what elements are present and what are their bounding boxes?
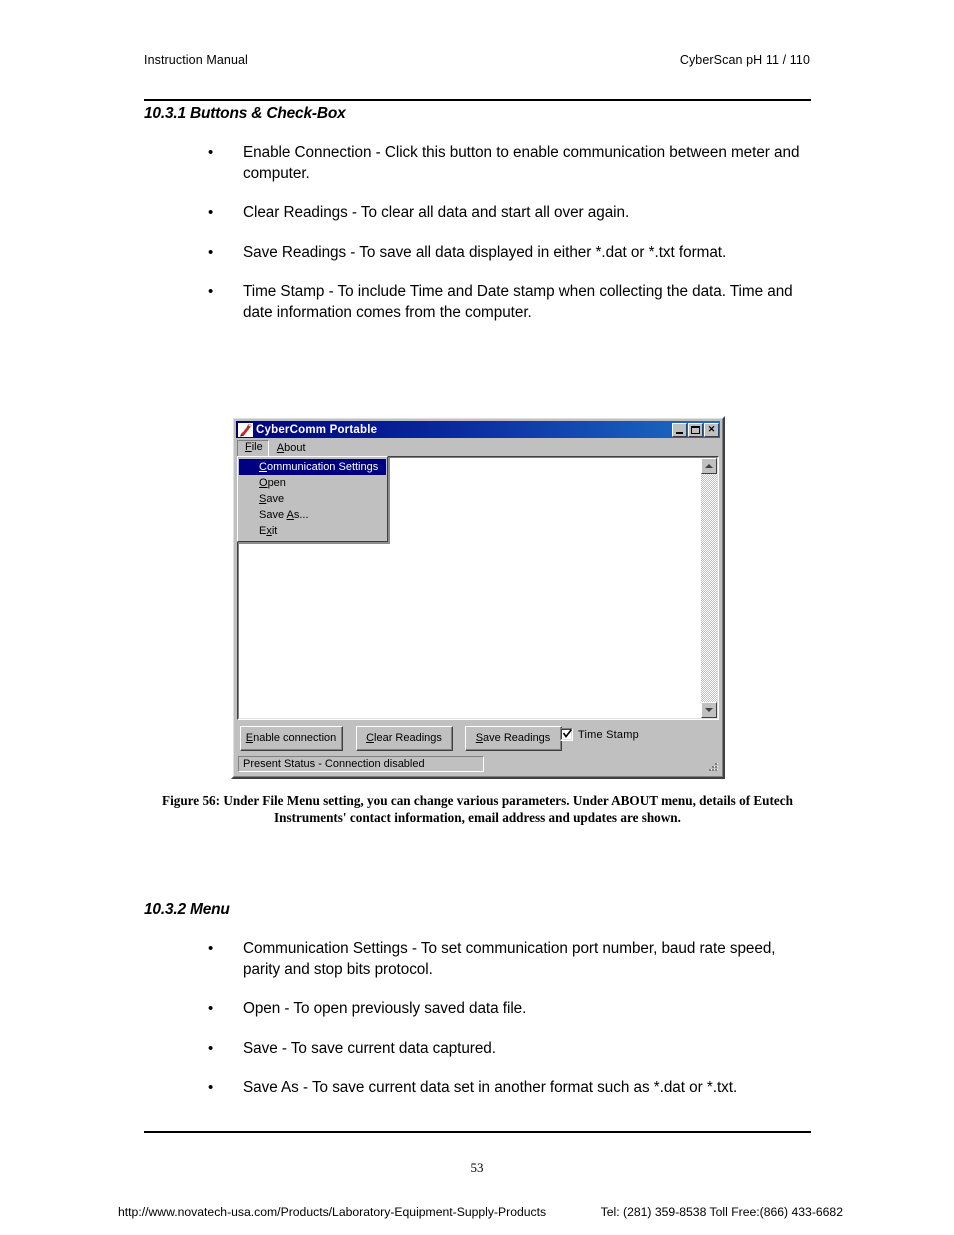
bullet-marker: • (208, 243, 214, 261)
menu-item-exit[interactable]: Exit (239, 523, 386, 539)
header-right-text: CyberScan pH 11 / 110 (679, 53, 810, 67)
close-button[interactable]: ✕ (704, 422, 719, 437)
bullet-marker: • (208, 1000, 214, 1017)
list-item: • Enable Connection - Click this button … (205, 143, 811, 184)
maximize-button[interactable] (688, 422, 703, 437)
scroll-down-button[interactable] (701, 702, 717, 718)
checkmark-icon (562, 729, 573, 738)
header-left-text: Instruction Manual (144, 53, 248, 67)
footer: http://www.novatech-usa.com/Products/Lab… (118, 1205, 843, 1219)
time-stamp-checkbox[interactable]: Time Stamp (560, 728, 639, 741)
page-number: 53 (470, 1160, 484, 1175)
minimize-button[interactable] (672, 422, 687, 437)
document-page: Instruction Manual CyberScan pH 11 / 110… (0, 0, 954, 1235)
header-rule (144, 99, 811, 101)
list-item-text: Save Readings - To save all data display… (243, 243, 727, 261)
window-titlebar[interactable]: CyberComm Portable ✕ (236, 421, 720, 438)
bullet-list-buttons-checkbox: • Enable Connection - Click this button … (205, 143, 811, 323)
running-header: Instruction Manual CyberScan pH 11 / 110 (144, 53, 810, 67)
bullet-marker: • (208, 1079, 214, 1096)
list-item: • Save As - To save current data set in … (205, 1078, 811, 1099)
section-heading-buttons-checkbox: 10.3.1 Buttons & Check-Box (144, 105, 346, 122)
footer-url: http://www.novatech-usa.com/Products/Lab… (118, 1205, 547, 1219)
list-item-text: Open - To open previously saved data fil… (243, 1000, 527, 1017)
list-item-text: Clear Readings - To clear all data and s… (243, 204, 630, 221)
section-heading-menu: 10.3.2 Menu (144, 901, 230, 918)
list-item-text: Enable Connection - Click this button to… (243, 144, 800, 182)
window-controls: ✕ (672, 422, 719, 437)
checkbox-box[interactable] (560, 728, 573, 741)
enable-connection-button[interactable]: Enable connection (240, 726, 343, 751)
action-button-row: Enable connection Clear Readings Save Re… (238, 726, 718, 756)
file-dropdown-menu[interactable]: Communication Settings Open Save Save As… (237, 456, 388, 542)
menu-item-communication-settings[interactable]: Communication Settings (239, 459, 386, 475)
footer-rule (144, 1131, 811, 1133)
list-item-text: Communication Settings - To set communic… (243, 940, 776, 978)
list-item-text: Time Stamp - To include Time and Date st… (243, 283, 793, 321)
list-item: • Open - To open previously saved data f… (205, 999, 811, 1020)
bullet-list-menu: • Communication Settings - To set commun… (205, 939, 811, 1099)
menu-item-save-as[interactable]: Save As... (239, 507, 386, 523)
app-pen-icon (238, 422, 253, 437)
menu-item-open[interactable]: Open (239, 475, 386, 491)
bullet-marker: • (208, 283, 214, 300)
chevron-up-icon (705, 464, 713, 468)
list-item: • Clear Readings - To clear all data and… (205, 203, 811, 224)
list-item: • Communication Settings - To set commun… (205, 939, 811, 980)
figure-caption: Figure 56: Under File Menu setting, you … (162, 793, 793, 825)
list-item: • Save Readings - To save all data displ… (205, 243, 811, 264)
cybercomm-portable-window[interactable]: CyberComm Portable ✕ File About Communic… (231, 416, 725, 779)
menubar-item-file[interactable]: File (237, 439, 269, 457)
save-readings-button[interactable]: Save Readings (465, 726, 562, 751)
list-item-text: Save - To save current data captured. (243, 1039, 496, 1057)
clear-readings-button[interactable]: Clear Readings (356, 726, 453, 751)
menubar-item-about[interactable]: About (271, 441, 312, 456)
bullet-marker: • (208, 204, 214, 221)
window-inner-frame: CyberComm Portable ✕ File About Communic… (233, 418, 723, 777)
window-menubar: File About (237, 439, 719, 457)
list-item: • Save - To save current data captured. (205, 1039, 811, 1060)
bullet-marker: • (208, 1039, 214, 1057)
scroll-up-button[interactable] (701, 458, 717, 474)
menu-item-save[interactable]: Save (239, 491, 386, 507)
status-bar: Present Status - Connection disabled (238, 756, 484, 772)
list-item-text: Save As - To save current data set in an… (243, 1079, 738, 1096)
time-stamp-label: Time Stamp (578, 728, 639, 741)
window-title: CyberComm Portable (256, 423, 378, 436)
bullet-marker: • (208, 940, 214, 957)
vertical-scrollbar[interactable] (701, 458, 717, 718)
status-bar-text: Present Status - Connection disabled (243, 758, 425, 770)
bullet-marker: • (208, 144, 214, 161)
list-item: • Time Stamp - To include Time and Date … (205, 282, 811, 323)
chevron-down-icon (705, 708, 713, 712)
footer-contact: Tel: (281) 359-8538 Toll Free:(866) 433-… (600, 1205, 843, 1219)
resize-grip-icon[interactable] (706, 760, 719, 773)
